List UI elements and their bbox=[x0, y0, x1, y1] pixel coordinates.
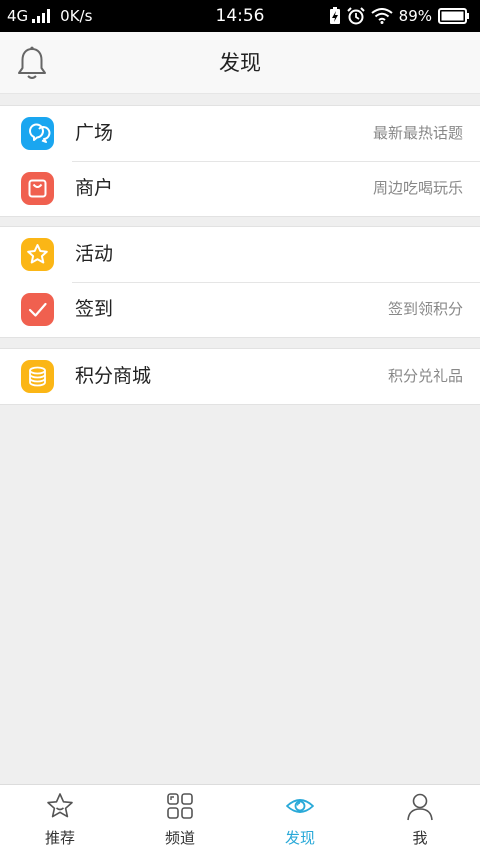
menu-item-subtitle: 周边吃喝玩乐 bbox=[372, 179, 463, 197]
tab-label: 我 bbox=[412, 829, 428, 847]
page-title: 发现 bbox=[219, 51, 261, 75]
charging-icon bbox=[329, 7, 340, 24]
menu-item-label: 活动 bbox=[75, 243, 114, 265]
tab-recommend[interactable]: 推荐 bbox=[0, 785, 120, 853]
chat-bubbles-icon bbox=[21, 117, 54, 150]
menu-item-label: 广场 bbox=[75, 122, 114, 144]
battery-icon bbox=[438, 8, 469, 24]
menu-item-label: 商户 bbox=[75, 177, 114, 199]
wifi-icon bbox=[371, 8, 393, 24]
star-icon bbox=[21, 238, 54, 271]
eye-icon bbox=[286, 799, 314, 813]
bottom-tab-bar: 推荐 频道 发现 我 bbox=[0, 784, 480, 853]
battery-percent: 89% bbox=[398, 7, 432, 25]
tab-discover[interactable]: 发现 bbox=[240, 785, 360, 853]
menu-item-label: 积分商城 bbox=[75, 365, 152, 387]
person-icon bbox=[407, 793, 433, 821]
status-bar: 4G 0K/s 14:56 89% bbox=[0, 0, 480, 32]
alarm-icon bbox=[346, 7, 365, 25]
coins-icon bbox=[21, 360, 54, 393]
header: 发现 bbox=[0, 32, 480, 94]
shopping-bag-icon bbox=[21, 172, 54, 205]
menu-item-subtitle: 积分兑礼品 bbox=[387, 367, 463, 385]
status-right: 89% bbox=[329, 0, 470, 32]
tab-label: 频道 bbox=[164, 829, 195, 847]
star-outline-icon bbox=[47, 793, 73, 818]
checkmark-icon bbox=[21, 293, 54, 326]
tab-label: 推荐 bbox=[44, 829, 75, 847]
menu-item-subtitle: 签到领积分 bbox=[387, 300, 463, 318]
menu-group-2: 活动 签到 签到领积分 bbox=[0, 226, 480, 338]
menu-item-merchant[interactable]: 商户 周边吃喝玩乐 bbox=[0, 161, 480, 216]
tab-label: 发现 bbox=[284, 829, 315, 847]
menu-group-3: 积分商城 积分兑礼品 bbox=[0, 348, 480, 405]
menu-group-1: 广场 最新最热话题 商户 周边吃喝玩乐 bbox=[0, 105, 480, 217]
menu-item-activity[interactable]: 活动 bbox=[0, 227, 480, 282]
menu-item-square[interactable]: 广场 最新最热话题 bbox=[0, 106, 480, 161]
menu-item-subtitle: 最新最热话题 bbox=[372, 124, 463, 142]
tab-channel[interactable]: 频道 bbox=[120, 785, 240, 853]
menu-item-points-mall[interactable]: 积分商城 积分兑礼品 bbox=[0, 349, 480, 404]
menu-item-checkin[interactable]: 签到 签到领积分 bbox=[0, 282, 480, 337]
tab-me[interactable]: 我 bbox=[360, 785, 480, 853]
grid-icon bbox=[167, 793, 193, 819]
menu-item-label: 签到 bbox=[75, 298, 114, 320]
